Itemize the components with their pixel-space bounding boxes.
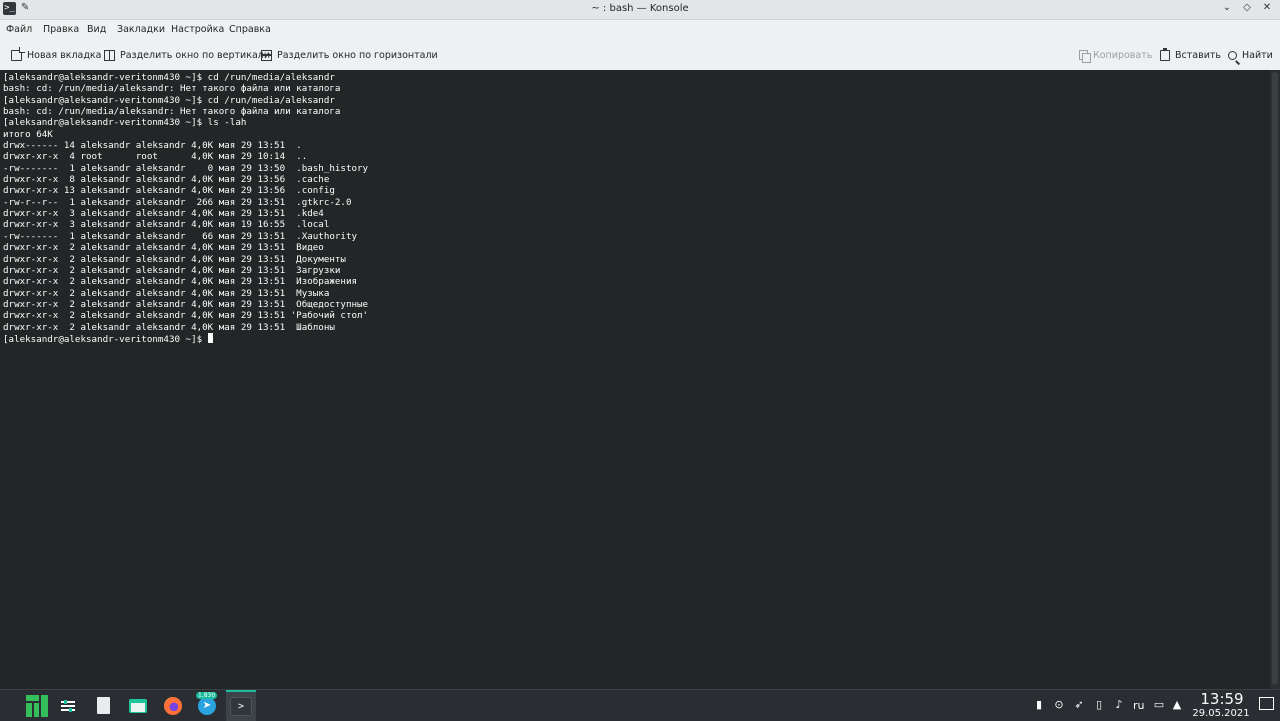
split-horizontal-button[interactable]: Разделить окно по горизонтали xyxy=(261,47,438,63)
menu-file[interactable]: Файл xyxy=(6,24,32,35)
window-titlebar[interactable]: >_ ✎ ~ : bash — Konsole ⌄ ◇ ✕ xyxy=(0,0,1280,20)
terminal-output[interactable]: [aleksandr@aleksandr-veritonm430 ~]$ cd … xyxy=(0,70,1270,689)
terminal-line: -rw------- 1 aleksandr aleksandr 0 мая 2… xyxy=(3,162,369,174)
menu-edit[interactable]: Правка xyxy=(43,24,79,35)
terminal-line: drwxr-xr-x 3 aleksandr aleksandr 4,0K ма… xyxy=(3,219,330,231)
terminal-line: -rw------- 1 aleksandr aleksandr 66 мая … xyxy=(3,230,358,242)
terminal-scrollbar[interactable] xyxy=(1270,70,1280,689)
copy-icon xyxy=(1079,50,1091,63)
terminal-line: drwxr-xr-x 2 aleksandr aleksandr 4,0K ма… xyxy=(3,310,369,322)
terminal-line: bash: cd: /run/media/aleksandr: Нет тако… xyxy=(3,83,341,95)
battery-tray-icon[interactable]: ▯ xyxy=(1092,698,1106,712)
keyboard-layout-indicator[interactable]: ru xyxy=(1133,699,1145,712)
new-tab-button[interactable]: Новая вкладка xyxy=(11,46,102,63)
scrollbar-thumb[interactable] xyxy=(1272,72,1278,685)
terminal-line: drwxr-xr-x 13 aleksandr aleksandr 4,0K м… xyxy=(3,185,335,197)
window-title: ~ : bash — Konsole xyxy=(591,3,689,14)
tray-expand-icon[interactable]: ▲ xyxy=(1170,698,1184,712)
terminal-line: drwxr-xr-x 2 aleksandr aleksandr 4,0K ма… xyxy=(3,298,369,310)
telegram-unread-badge: 1,830 xyxy=(196,692,218,699)
paste-icon xyxy=(1160,47,1170,61)
paste-label: Вставить xyxy=(1175,49,1222,61)
terminal-line: drwxr-xr-x 3 aleksandr aleksandr 4,0K ма… xyxy=(3,208,324,220)
update-tray-icon[interactable]: ⊙ xyxy=(1052,698,1066,712)
terminal-prompt: [aleksandr@aleksandr-veritonm430 ~]$ xyxy=(3,333,208,345)
find-button[interactable]: Найти xyxy=(1228,47,1273,63)
document-icon xyxy=(96,697,110,714)
menu-bar: Файл Правка Вид Закладки Настройка Справ… xyxy=(0,20,1280,40)
close-button[interactable]: ✕ xyxy=(1260,2,1274,13)
copy-button[interactable]: Копировать xyxy=(1079,47,1152,63)
terminal-line: drwxr-xr-x 2 aleksandr aleksandr 4,0K ма… xyxy=(3,242,324,254)
firefox-button[interactable] xyxy=(158,690,188,721)
terminal-line: [aleksandr@aleksandr-veritonm430 ~]$ ls … xyxy=(3,117,247,129)
menu-help[interactable]: Справка xyxy=(229,24,271,35)
telegram-icon: ➤ xyxy=(198,696,216,715)
paste-button[interactable]: Вставить xyxy=(1160,47,1221,63)
terminal-line: drwxr-xr-x 2 aleksandr aleksandr 4,0K ма… xyxy=(3,276,358,288)
clipboard-tray-icon[interactable]: ▮ xyxy=(1032,698,1046,712)
application-menu-button[interactable] xyxy=(22,690,52,721)
minimize-button[interactable]: ⌄ xyxy=(1220,2,1234,13)
network-tray-icon[interactable]: ▭ xyxy=(1152,698,1166,712)
terminal-line: итого 64K xyxy=(3,128,53,140)
menu-settings[interactable]: Настройка xyxy=(171,24,224,35)
show-desktop-button[interactable] xyxy=(1259,697,1274,710)
terminal-line: drwxr-xr-x 2 aleksandr aleksandr 4,0K ма… xyxy=(3,253,346,265)
new-tab-icon xyxy=(11,46,25,61)
terminal-line: drwxr-xr-x 4 root root 4,0K мая 29 10:14… xyxy=(3,151,308,163)
copy-label: Копировать xyxy=(1093,49,1153,61)
split-vertical-icon xyxy=(104,49,115,61)
search-icon xyxy=(1228,50,1237,60)
new-tab-label: Новая вкладка xyxy=(27,49,102,61)
terminal-prompt-line[interactable]: [aleksandr@aleksandr-veritonm430 ~]$ xyxy=(3,332,1270,345)
system-settings-button[interactable] xyxy=(53,690,83,721)
menu-view[interactable]: Вид xyxy=(87,24,106,35)
terminal-line: bash: cd: /run/media/aleksandr: Нет тако… xyxy=(3,106,341,118)
telegram-tray-icon[interactable]: ➶ xyxy=(1072,698,1086,712)
clock-time[interactable]: 13:59 xyxy=(1196,690,1248,708)
folder-icon xyxy=(129,698,147,713)
split-vertical-button[interactable]: Разделить окно по вертикали xyxy=(104,47,270,63)
split-horizontal-label: Разделить окно по горизонтали xyxy=(277,49,438,61)
text-editor-button[interactable] xyxy=(88,690,118,721)
terminal-line: [aleksandr@aleksandr-veritonm430 ~]$ cd … xyxy=(3,94,335,106)
terminal-line: drwxr-xr-x 2 aleksandr aleksandr 4,0K ма… xyxy=(3,264,341,276)
terminal-line: -rw-r--r-- 1 aleksandr aleksandr 266 мая… xyxy=(3,196,352,208)
clock-date[interactable]: 29.05.2021 xyxy=(1190,708,1252,719)
split-horizontal-icon xyxy=(261,49,272,61)
manjaro-logo-icon xyxy=(26,694,48,717)
find-label: Найти xyxy=(1242,49,1273,61)
settings-icon xyxy=(61,699,75,712)
terminal-line: drwxr-xr-x 2 aleksandr aleksandr 4,0K ма… xyxy=(3,321,335,333)
menu-bookmarks[interactable]: Закладки xyxy=(117,24,165,35)
firefox-icon xyxy=(164,696,182,715)
taskbar: ➤ 1,830 > ▮ ⊙ ➶ ▯ ♪ ru ▭ ▲ 13:59 29.05.2… xyxy=(0,689,1280,721)
toolbar: Новая вкладка Разделить окно по вертикал… xyxy=(0,40,1280,70)
terminal-cursor xyxy=(207,332,213,343)
maximize-button[interactable]: ◇ xyxy=(1240,2,1254,13)
terminal-line: drwxr-xr-x 2 aleksandr aleksandr 4,0K ма… xyxy=(3,287,330,299)
terminal-line: drwx------ 14 aleksandr aleksandr 4,0K м… xyxy=(3,140,302,152)
split-vertical-label: Разделить окно по вертикали xyxy=(120,49,271,61)
terminal-line: drwxr-xr-x 8 aleksandr aleksandr 4,0K ма… xyxy=(3,174,330,186)
terminal-icon: > xyxy=(230,697,252,716)
file-manager-button[interactable] xyxy=(123,690,153,721)
terminal-line: [aleksandr@aleksandr-veritonm430 ~]$ cd … xyxy=(3,72,335,83)
volume-tray-icon[interactable]: ♪ xyxy=(1112,698,1126,712)
konsole-taskbar-button[interactable]: > xyxy=(226,690,256,721)
